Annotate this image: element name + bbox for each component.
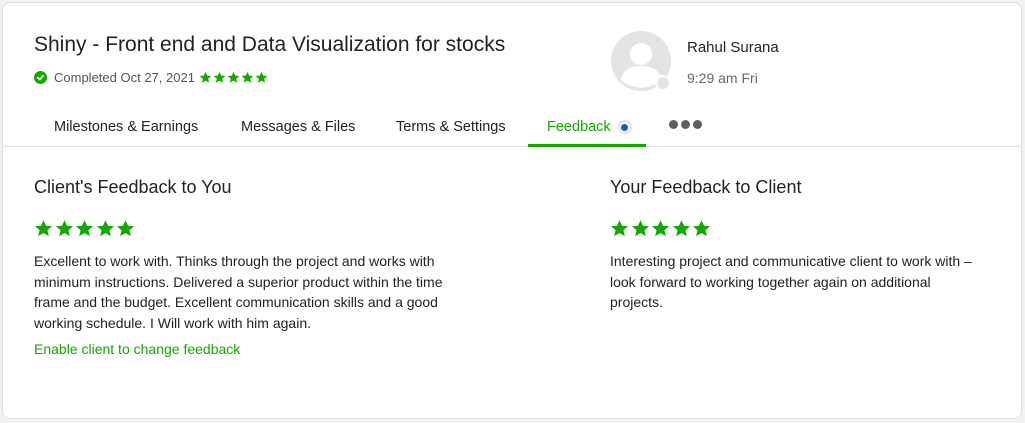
feedback-line: minimum instructions. Delivered a superi… <box>34 273 443 290</box>
client-feedback-heading: Client's Feedback to You <box>34 177 232 197</box>
tab-feedback-label: Feedback <box>547 119 611 135</box>
client-feedback-rating <box>34 219 137 238</box>
status-row: Completed Oct 27, 2021 <box>34 70 269 85</box>
star-icon <box>610 220 629 237</box>
star-icon <box>213 71 226 83</box>
star-icon <box>34 220 53 237</box>
notification-dot-icon <box>617 120 632 134</box>
tab-messages-files[interactable]: Messages & Files <box>241 107 355 147</box>
star-icon <box>116 220 135 237</box>
active-tab-underline <box>528 144 646 147</box>
feedback-line: look forward to working together again o… <box>610 273 931 290</box>
client-feedback-text: Excellent to work with. Thinks through t… <box>34 251 443 333</box>
user-avatar-icon[interactable] <box>610 30 672 92</box>
star-icon <box>672 220 690 237</box>
star-icon <box>227 71 240 83</box>
client-name[interactable]: Rahul Surana <box>687 39 779 56</box>
more-horizontal-icon[interactable] <box>669 120 702 129</box>
star-icon <box>631 220 649 237</box>
your-feedback-heading: Your Feedback to Client <box>610 177 802 197</box>
star-icon <box>96 220 114 237</box>
project-rating <box>199 71 269 84</box>
feedback-line: Interesting project and communicative cl… <box>610 253 972 269</box>
tab-terms-settings[interactable]: Terms & Settings <box>396 107 506 147</box>
status-text: Completed Oct 27, 2021 <box>54 70 195 85</box>
star-icon <box>75 220 94 237</box>
star-icon <box>55 220 73 237</box>
star-icon <box>241 71 254 83</box>
feedback-line: working schedule. I Will work with him a… <box>34 314 311 331</box>
tab-feedback[interactable]: Feedback <box>547 107 632 147</box>
star-icon <box>692 220 711 237</box>
enable-change-feedback-link[interactable]: Enable client to change feedback <box>34 341 240 357</box>
star-icon <box>651 220 670 237</box>
check-circle-icon <box>34 71 47 84</box>
client-local-time: 9:29 am Fri <box>687 70 758 86</box>
tab-bar: Milestones & Earnings Messages & Files T… <box>3 107 1021 147</box>
page-title: Shiny - Front end and Data Visualization… <box>34 33 506 56</box>
tab-milestones-earnings[interactable]: Milestones & Earnings <box>54 107 198 147</box>
your-feedback-text: Interesting project and communicative cl… <box>610 251 972 313</box>
feedback-line: projects. <box>610 294 663 310</box>
feedback-line: frame and the budget. Excellent communic… <box>34 294 438 310</box>
your-feedback-rating <box>610 219 713 238</box>
feedback-line: Excellent to work with. Thinks through t… <box>34 253 435 269</box>
contract-card: Shiny - Front end and Data Visualization… <box>2 2 1022 419</box>
star-icon <box>199 71 212 83</box>
star-icon <box>255 71 268 83</box>
